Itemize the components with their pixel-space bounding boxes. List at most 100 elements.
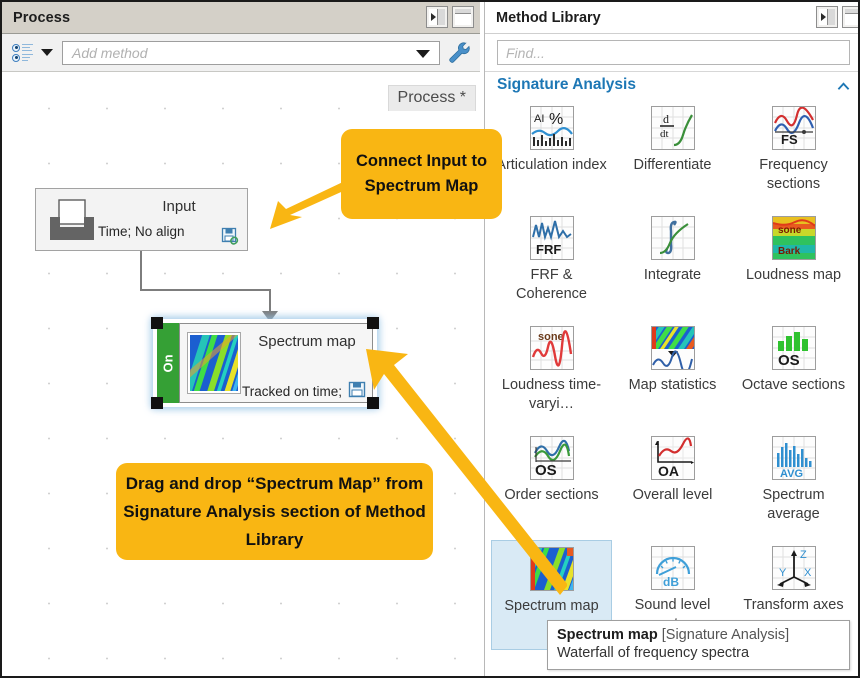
wrench-icon[interactable] — [446, 40, 472, 66]
frequency-sections-icon: FS — [772, 106, 816, 150]
save-link-icon[interactable] — [221, 226, 241, 246]
method-item-overall-level[interactable]: OA Overall level — [612, 430, 733, 540]
method-item-label: Map statistics — [629, 376, 717, 395]
section-header-signature-analysis[interactable]: Signature Analysis — [485, 71, 860, 100]
find-input[interactable]: Find... — [497, 40, 850, 65]
resize-handle[interactable] — [151, 317, 163, 329]
caret-down-icon[interactable] — [41, 49, 53, 56]
tooltip-title-line: Spectrum map [Signature Analysis] — [557, 627, 840, 643]
frf-coherence-icon: FRF — [530, 216, 574, 260]
spectrum-map-icon — [530, 547, 574, 591]
tooltip-description: Waterfall of frequency spectra — [557, 645, 840, 661]
library-titlebar-buttons — [816, 6, 860, 28]
callout-drag-text: Drag and drop “Spectrum Map” from Signat… — [116, 470, 433, 554]
process-titlebar: Process — [2, 2, 480, 34]
node-spectrum-map[interactable]: Spectrum map Tracked on time; On — [157, 323, 373, 403]
node-input-title: Input — [114, 198, 244, 215]
resize-handle[interactable] — [367, 397, 379, 409]
process-titlebar-buttons — [426, 6, 474, 28]
process-panel: Process — [2, 2, 480, 676]
svg-text:Y: Y — [779, 567, 787, 579]
tooltip-category: [Signature Analysis] — [662, 627, 789, 643]
method-item-octave-sections[interactable]: OS Octave sections — [733, 320, 854, 430]
dropdown-arrow-icon[interactable] — [416, 50, 430, 58]
svg-text:Z: Z — [800, 549, 807, 561]
callout-connect-input: Connect Input to Spectrum Map — [341, 129, 502, 219]
overall-level-icon: OA — [651, 436, 695, 480]
node-status-label: On — [161, 354, 176, 372]
svg-text:dB: dB — [663, 575, 679, 589]
callout-drag-drop: Drag and drop “Spectrum Map” from Signat… — [116, 463, 433, 560]
save-icon[interactable] — [348, 381, 367, 399]
svg-text:d: d — [663, 112, 669, 126]
method-tooltip: Spectrum map [Signature Analysis] Waterf… — [547, 620, 850, 670]
process-toolbar: Add method — [2, 34, 480, 72]
method-item-loudness-map[interactable]: sone Bark Loudness map — [733, 210, 854, 320]
method-item-label: Overall level — [633, 486, 713, 505]
method-item-order-sections[interactable]: OS Order sections — [491, 430, 612, 540]
method-item-integrate[interactable]: Integrate — [612, 210, 733, 320]
method-item-label: Loudness map — [746, 266, 841, 285]
svg-text:OS: OS — [535, 462, 557, 479]
svg-text:FRF: FRF — [536, 242, 561, 257]
add-method-combo[interactable]: Add method — [62, 41, 440, 65]
svg-text:FS: FS — [781, 132, 798, 147]
svg-text:AVG: AVG — [780, 468, 803, 479]
svg-text:OA: OA — [658, 463, 679, 479]
node-status-badge[interactable]: On — [157, 323, 179, 403]
process-tab[interactable]: Process * — [388, 85, 476, 111]
tooltip-method-name: Spectrum map — [557, 627, 658, 643]
add-method-placeholder: Add method — [63, 45, 148, 61]
svg-text:sone: sone — [778, 225, 802, 236]
method-item-articulation-index[interactable]: AI % Articulation index — [491, 100, 612, 210]
method-item-label: Loudness time-varyi… — [494, 376, 610, 414]
window-pane-icon[interactable] — [842, 6, 860, 28]
node-spectrum-title: Spectrum map — [246, 331, 368, 352]
articulation-index-icon: AI % — [530, 106, 574, 150]
split-pane-icon[interactable] — [816, 6, 838, 28]
method-item-frf-coherence[interactable]: FRF FRF & Coherence — [491, 210, 612, 320]
spectrum-average-icon: AVG — [772, 436, 816, 480]
svg-text:AI: AI — [534, 113, 544, 125]
library-titlebar: Method Library — [485, 2, 860, 34]
method-grid: AI % Articulation index — [485, 100, 860, 650]
svg-text:dt: dt — [660, 128, 669, 140]
resize-handle[interactable] — [151, 397, 163, 409]
svg-text:Bark: Bark — [778, 246, 801, 257]
method-item-label: Octave sections — [742, 376, 845, 395]
input-tray-icon — [46, 198, 98, 244]
zyx-axes-icon: Z Y X — [772, 546, 816, 590]
method-item-differentiate[interactable]: d dt Differentiate — [612, 100, 733, 210]
split-pane-icon[interactable] — [426, 6, 448, 28]
library-find-wrap: Find... — [485, 34, 860, 71]
map-statistics-icon — [651, 326, 695, 370]
method-item-label: Transform axes — [743, 596, 843, 615]
chevron-up-icon[interactable] — [837, 80, 850, 93]
order-sections-icon: OS — [530, 436, 574, 480]
method-item-label: Integrate — [644, 266, 701, 285]
process-panel-title: Process — [2, 10, 70, 26]
method-item-loudness-time-varying[interactable]: sone Loudness time-varyi… — [491, 320, 612, 430]
node-input[interactable]: Input Time; No align — [35, 188, 248, 251]
method-item-label: Frequency sections — [736, 156, 852, 194]
method-item-label: FRF & Coherence — [494, 266, 610, 304]
svg-text:%: % — [549, 111, 563, 128]
connector-segment — [140, 251, 142, 290]
method-item-map-statistics[interactable]: Map statistics — [612, 320, 733, 430]
method-item-label: Spectrum average — [736, 486, 852, 524]
method-item-spectrum-average[interactable]: AVG Spectrum average — [733, 430, 854, 540]
node-spectrum-body[interactable]: Spectrum map Tracked on time; — [179, 323, 373, 403]
window-pane-icon[interactable] — [452, 6, 474, 28]
loudness-time-varying-icon: sone — [530, 326, 574, 370]
spectrum-map-thumb-icon — [187, 332, 241, 394]
svg-text:OS: OS — [778, 352, 800, 369]
octave-sections-icon: OS — [772, 326, 816, 370]
node-spectrum-subtitle: Tracked on time; — [242, 384, 342, 399]
screenshot-root: Process — [0, 0, 860, 678]
loudness-map-icon: sone Bark — [772, 216, 816, 260]
callout-connect-text: Connect Input to Spectrum Map — [341, 149, 502, 199]
method-list-icon[interactable] — [12, 42, 34, 64]
method-item-frequency-sections[interactable]: FS Frequency sections — [733, 100, 854, 210]
resize-handle[interactable] — [367, 317, 379, 329]
method-item-label: Order sections — [504, 486, 598, 505]
